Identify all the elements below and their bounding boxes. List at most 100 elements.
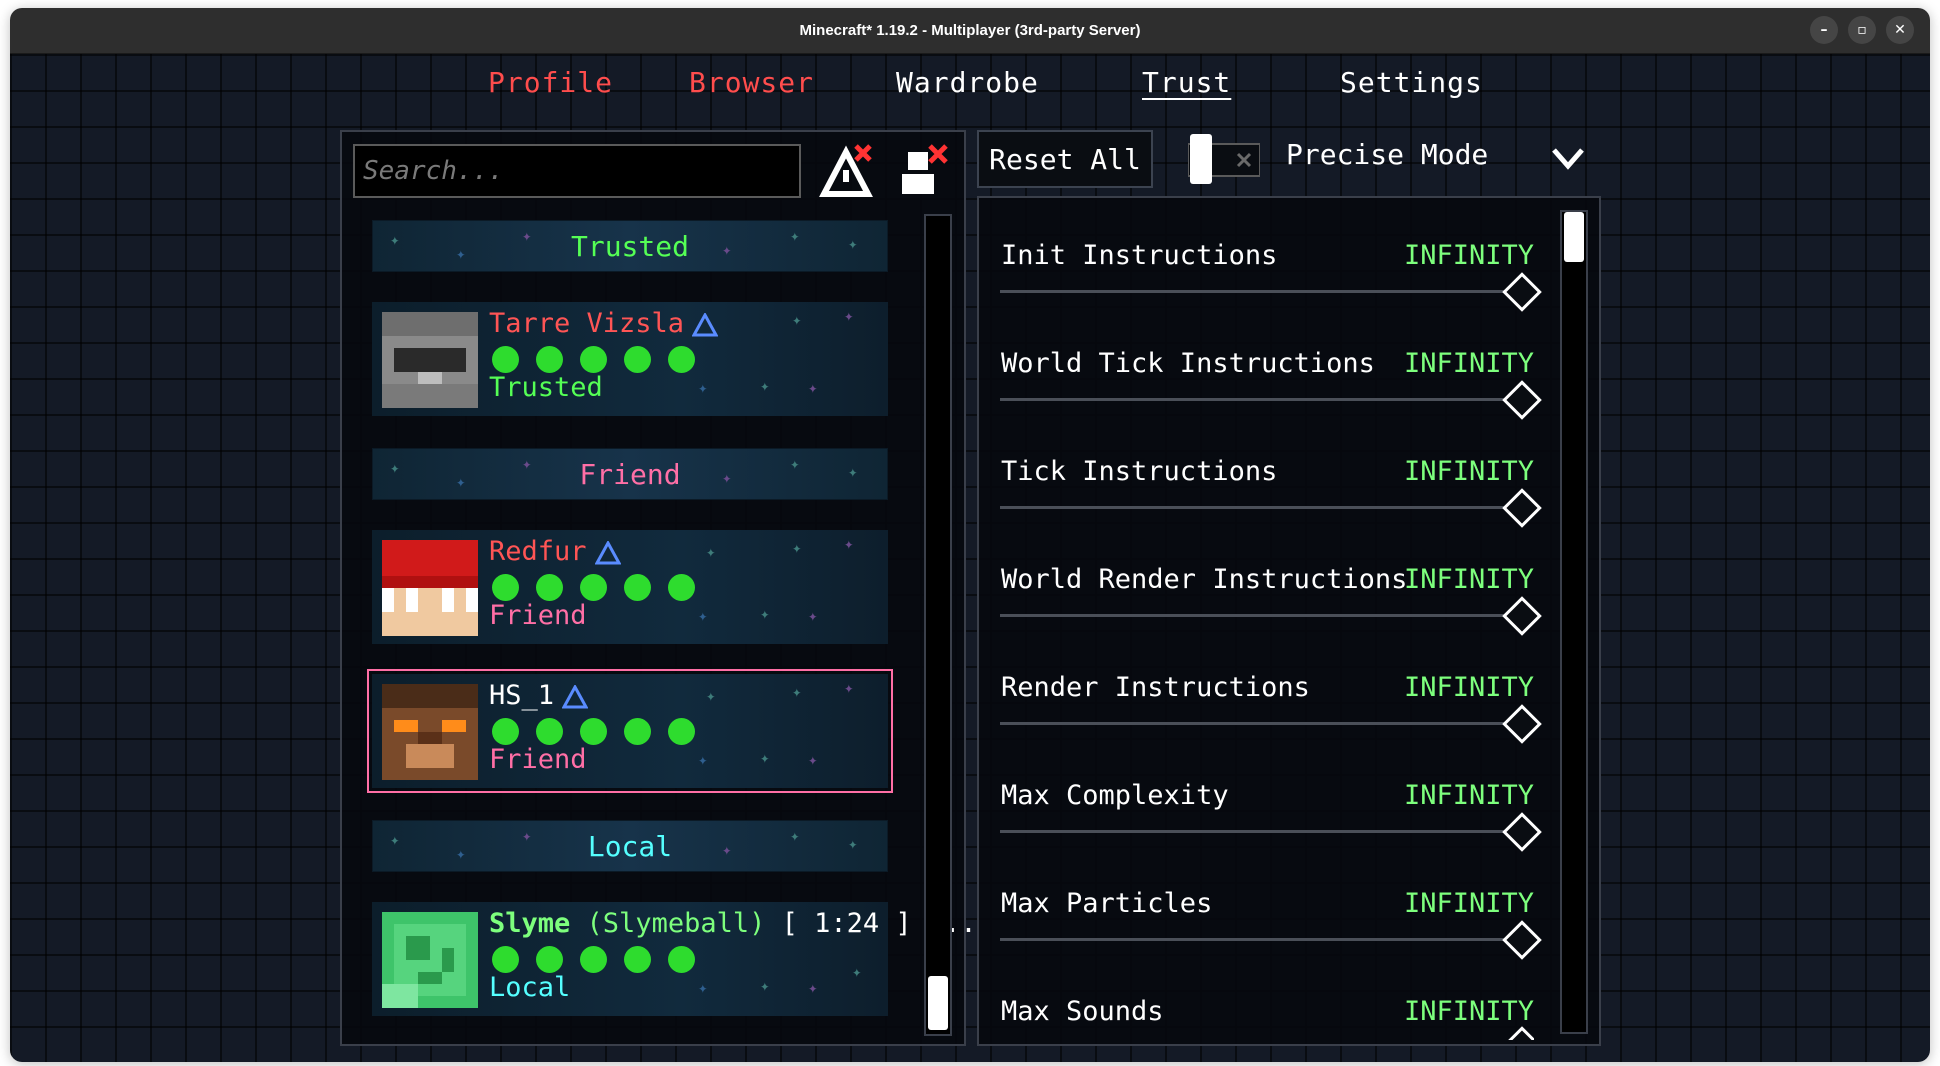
player-card-redfur[interactable]: Redfur Friend ✦ ✦ ✦ ✦ ✦ ✦ xyxy=(372,530,888,644)
sparkle-icon: ✦ xyxy=(522,826,532,845)
trust-dot xyxy=(536,574,563,601)
trust-dot xyxy=(624,718,651,745)
sparkle-icon: ✦ xyxy=(706,686,716,705)
trust-dot xyxy=(668,718,695,745)
tab-profile[interactable]: Profile xyxy=(488,66,613,99)
setting-name: Tick Instructions xyxy=(1001,456,1278,487)
setting-name: Max Particles xyxy=(1001,888,1213,919)
tab-settings[interactable]: Settings xyxy=(1340,66,1483,99)
search-input[interactable]: Search... xyxy=(353,144,801,198)
filter-user-button[interactable] xyxy=(894,142,950,198)
trust-dot xyxy=(536,946,563,973)
tab-browser[interactable]: Browser xyxy=(689,66,814,99)
slider-track[interactable] xyxy=(1000,830,1518,833)
slider-track[interactable] xyxy=(1000,290,1518,293)
setting-max-sounds[interactable]: Max Sounds INFINITY xyxy=(1000,996,1534,1040)
trust-dot xyxy=(624,946,651,973)
chevron-down-icon[interactable] xyxy=(1550,144,1586,172)
app-window: Minecraft* 1.19.2 - Multiplayer (3rd-par… xyxy=(10,8,1930,1062)
trust-dots xyxy=(492,946,695,973)
maximize-button[interactable]: ▫ xyxy=(1848,16,1876,44)
setting-world-render-instructions[interactable]: World Render Instructions INFINITY xyxy=(1000,564,1542,664)
setting-name: Init Instructions xyxy=(1001,240,1278,271)
sparkle-icon: ✦ xyxy=(760,376,770,395)
sparkle-icon: ✦ xyxy=(706,542,716,561)
sparkle-icon: ✦ xyxy=(848,234,858,253)
setting-init-instructions[interactable]: Init Instructions INFINITY xyxy=(1000,240,1542,340)
player-name-text: Redfur xyxy=(489,536,587,567)
player-list-scrollbar[interactable] xyxy=(924,214,952,1036)
warning-icon xyxy=(562,684,589,708)
trust-dot xyxy=(624,346,651,373)
setting-value: INFINITY xyxy=(1403,996,1534,1027)
tab-trust[interactable]: Trust xyxy=(1142,66,1231,99)
tab-wardrobe[interactable]: Wardrobe xyxy=(896,66,1039,99)
player-card-tarre-vizsla[interactable]: Tarre Vizsla Trusted ✦ ✦ ✦ ✦ ✦ xyxy=(372,302,888,416)
group-header-local: Local ✦ ✦ ✦ ✦ ✦ ✦ xyxy=(372,820,888,872)
trust-dots xyxy=(492,718,695,745)
player-name-text: Tarre Vizsla xyxy=(489,308,685,339)
sparkle-icon: ✦ xyxy=(852,962,862,981)
sparkle-icon: ✦ xyxy=(456,472,466,491)
setting-value: INFINITY xyxy=(1403,564,1534,595)
setting-value: INFINITY xyxy=(1403,780,1534,811)
close-button[interactable]: ✕ xyxy=(1886,16,1914,44)
trust-dot xyxy=(492,718,519,745)
avatar xyxy=(382,312,478,408)
setting-render-instructions[interactable]: Render Instructions INFINITY xyxy=(1000,672,1542,772)
sparkle-icon: ✦ xyxy=(456,844,466,863)
window-title: Minecraft* 1.19.2 - Multiplayer (3rd-par… xyxy=(799,22,1141,39)
sparkle-icon: ✦ xyxy=(722,840,732,859)
sparkle-icon: ✦ xyxy=(698,378,708,397)
player-status: Friend xyxy=(489,600,587,631)
warning-filter-icon xyxy=(819,144,873,197)
trust-dot xyxy=(580,946,607,973)
trust-dot xyxy=(536,718,563,745)
setting-tick-instructions[interactable]: Tick Instructions INFINITY xyxy=(1000,456,1542,556)
setting-value: INFINITY xyxy=(1403,888,1534,919)
slider-track[interactable] xyxy=(1000,398,1518,401)
precise-mode-toggle[interactable] xyxy=(1188,134,1260,184)
setting-max-complexity[interactable]: Max Complexity INFINITY xyxy=(1000,780,1542,880)
slider-knob[interactable] xyxy=(1502,1026,1534,1040)
trust-dot xyxy=(580,346,607,373)
title-bar: Minecraft* 1.19.2 - Multiplayer (3rd-par… xyxy=(10,8,1930,54)
player-name: HS_1 xyxy=(489,680,589,711)
sparkle-icon: ✦ xyxy=(808,378,818,397)
maximize-icon: ▫ xyxy=(1857,22,1867,38)
setting-max-particles[interactable]: Max Particles INFINITY xyxy=(1000,888,1542,988)
trust-dot xyxy=(492,946,519,973)
player-name: Slyme (Slymeball) [ 1:24 ] ... xyxy=(489,908,977,939)
settings-scroll-thumb[interactable] xyxy=(1564,212,1584,262)
avatar xyxy=(382,912,478,1008)
setting-value: INFINITY xyxy=(1403,348,1534,379)
slider-track[interactable] xyxy=(1000,506,1518,509)
slider-track[interactable] xyxy=(1000,614,1518,617)
filter-warning-button[interactable] xyxy=(818,144,874,200)
player-list-scroll-thumb[interactable] xyxy=(928,976,948,1030)
user-filter-icon xyxy=(902,144,948,194)
setting-world-tick-instructions[interactable]: World Tick Instructions INFINITY xyxy=(1000,348,1542,448)
sparkle-icon: ✦ xyxy=(848,834,858,853)
group-header-friend: Friend ✦ ✦ ✦ ✦ ✦ ✦ xyxy=(372,448,888,500)
sparkle-icon: ✦ xyxy=(522,454,532,473)
reset-all-button[interactable]: Reset All xyxy=(977,130,1153,188)
sparkle-icon: ✦ xyxy=(456,244,466,263)
player-card-slyme[interactable]: Slyme (Slymeball) [ 1:24 ] ... Local ✦ ✦… xyxy=(372,902,977,1016)
setting-name: Max Complexity xyxy=(1001,780,1229,811)
trust-dot xyxy=(624,574,651,601)
setting-name: World Render Instructions xyxy=(1001,564,1408,595)
settings-scrollbar[interactable] xyxy=(1560,210,1588,1034)
slider-track[interactable] xyxy=(1000,722,1518,725)
player-card-hs-1[interactable]: HS_1 Friend ✦ ✦ ✦ ✦ ✦ ✦ xyxy=(367,669,893,793)
minimize-button[interactable]: – xyxy=(1810,16,1838,44)
slider-track[interactable] xyxy=(1000,938,1518,941)
player-name: Redfur xyxy=(489,536,621,567)
avatar xyxy=(382,684,478,780)
trust-dot xyxy=(536,346,563,373)
player-name: Tarre Vizsla xyxy=(489,308,719,339)
player-status: Friend xyxy=(489,744,587,775)
group-label-friend: Friend xyxy=(579,457,681,491)
warning-icon xyxy=(594,540,621,564)
sparkle-icon: ✦ xyxy=(390,830,400,849)
